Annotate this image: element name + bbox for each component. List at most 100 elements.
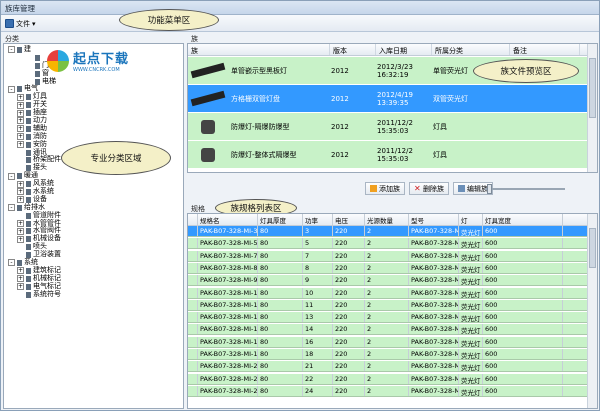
spec-header-cell[interactable]: 光源数量 — [365, 214, 409, 225]
spec-cell: 2 — [365, 385, 409, 396]
spec-cell: 荧光灯 — [459, 336, 483, 347]
spec-cell: 600 — [483, 226, 563, 237]
expander-icon[interactable]: + — [17, 133, 24, 141]
family-row[interactable]: 防爆灯-整体式隔爆型 2012 2011/12/2 15:35:03 灯具 — [188, 141, 588, 168]
expander-icon[interactable]: + — [17, 267, 24, 275]
family-header-cell[interactable]: 所属分类 — [432, 44, 510, 55]
spec-cell — [188, 312, 198, 323]
spec-cell: 2 — [365, 373, 409, 384]
expander-icon[interactable]: - — [8, 204, 15, 212]
expander-icon[interactable]: + — [17, 180, 24, 188]
callout-menu-area-text: 功能菜单区 — [147, 16, 191, 26]
node-icon — [17, 173, 22, 180]
spec-header-cell[interactable]: 电压 — [333, 214, 365, 225]
spec-row[interactable]: PAK-B07-328-MI-3W 80 3 220 2 PAK-B07-328-MI 荧光… — [188, 226, 588, 238]
expander-icon[interactable]: + — [17, 196, 24, 204]
family-header-cell[interactable]: 族 — [188, 44, 330, 55]
node-icon — [26, 94, 31, 101]
expander-icon[interactable]: - — [8, 46, 15, 54]
spec-cell: 80 — [258, 275, 303, 286]
spec-cell — [188, 238, 198, 249]
spec-row[interactable]: PAK-B07-328-MI-18W80182202PAK-B07-328-MI… — [188, 349, 588, 361]
family-header-cell[interactable]: 备注 — [510, 44, 580, 55]
family-header-cell[interactable]: 版本 — [330, 44, 376, 55]
spec-cell: PAK-B07-328-MI — [411, 336, 459, 347]
spec-cell: PAK-B07-328-MI — [411, 324, 459, 335]
spec-header-cell[interactable]: 规格名 — [198, 214, 258, 225]
expander-icon[interactable]: + — [17, 275, 24, 283]
spec-cell: 600 — [483, 385, 563, 396]
node-icon — [26, 291, 31, 298]
family-scroll-thumb[interactable] — [589, 58, 596, 118]
expander-icon[interactable]: + — [17, 227, 24, 235]
spec-cell: 600 — [483, 336, 563, 347]
family-thumbnail — [188, 145, 228, 165]
spec-header-cell[interactable]: 灯 — [459, 214, 483, 225]
spec-row[interactable]: PAK-B07-328-MI-21W80212202PAK-B07-328-MI… — [188, 361, 588, 373]
spec-row[interactable]: PAK-B07-328-MI-22W80222202PAK-B07-328-MI… — [188, 373, 588, 385]
spec-header-cell[interactable]: 功率 — [303, 214, 333, 225]
spec-row[interactable]: PAK-B07-328-MI-16W80162202PAK-B07-328-MI… — [188, 336, 588, 348]
spec-row[interactable]: PAK-B07-328-MI-5W 80 5 220 2 PAK-B07-328-MI 荧光… — [188, 238, 588, 250]
expander-icon[interactable]: + — [17, 109, 24, 117]
tree-item-label: 电梯 — [42, 76, 56, 85]
spec-cell: 600 — [483, 250, 563, 261]
spec-header-cell[interactable]: 灯具厚度 — [258, 214, 303, 225]
family-scrollbar[interactable] — [587, 44, 597, 172]
add-family-button[interactable]: 添加族 — [365, 182, 405, 195]
family-header-cell[interactable]: 入库日期 — [376, 44, 432, 55]
spec-row[interactable]: PAK-B07-328-MI-7W 80 7 220 2 PAK-B07-328-MI 荧光… — [188, 250, 588, 262]
expander-icon[interactable]: - — [8, 259, 15, 267]
expander-icon[interactable]: + — [17, 188, 24, 196]
spec-cell: 5 — [303, 238, 333, 249]
node-icon — [26, 125, 31, 132]
tree-item[interactable]: 系统符号 — [8, 290, 61, 299]
expander-icon[interactable]: + — [17, 101, 24, 109]
expander-icon[interactable]: + — [17, 141, 24, 149]
expander-icon[interactable]: + — [17, 220, 24, 228]
spec-row[interactable]: PAK-B07-328-MI-8W 80 8 220 2 PAK-B07-328-MI 荧光… — [188, 262, 588, 274]
spec-row[interactable]: PAK-B07-328-MI-13W80132202PAK-B07-328-MI… — [188, 312, 588, 324]
spec-cell: 80 — [258, 336, 303, 347]
spec-cell: 7 — [303, 250, 333, 261]
spec-row[interactable]: PAK-B07-328-MI-10W80102202PAK-B07-328-MI… — [188, 287, 588, 299]
spec-cell: 600 — [483, 262, 563, 273]
spec-header-cell[interactable] — [188, 214, 198, 225]
spec-cell: 荧光灯 — [459, 250, 483, 261]
node-icon — [26, 220, 31, 227]
family-row[interactable]: 防爆灯-隔爆防爆型 2012 2011/12/2 15:35:03 灯具 — [188, 113, 588, 140]
spec-row[interactable]: PAK-B07-328-MI-24W80242202PAK-B07-328-MI… — [188, 385, 588, 397]
spec-header-cell[interactable]: 灯具宽度 — [483, 214, 563, 225]
expander-icon[interactable]: - — [8, 85, 15, 93]
node-icon — [26, 102, 31, 109]
spec-row[interactable]: PAK-B07-328-MI-14W80142202PAK-B07-328-MI… — [188, 324, 588, 336]
delete-family-label: 删除族 — [423, 184, 444, 193]
category-panel: - 建门窗电梯 - 电气 + 灯具 + 开关 + 插座 + 动力 + 辅助 + 消防 + 安防 通讯 桥架配件 接头 - 暖… — [3, 43, 184, 409]
spec-cell: 16 — [303, 336, 333, 347]
expander-icon[interactable]: + — [17, 235, 24, 243]
family-cell-date: 2011/12/2 15:35:03 — [377, 118, 413, 135]
spec-row[interactable]: PAK-B07-328-MI-9W 80 9 220 2 PAK-B07-328-MI 荧光… — [188, 275, 588, 287]
spec-scrollbar[interactable] — [587, 214, 597, 408]
spec-row[interactable]: PAK-B07-328-MI-11W80112202PAK-B07-328-MI… — [188, 299, 588, 311]
family-row[interactable]: 方格栅双管灯盘 2012 2012/4/19 13:39:35 双管荧光灯 — [188, 85, 588, 112]
expander-icon[interactable]: + — [17, 283, 24, 291]
spec-cell — [188, 275, 198, 286]
slider-knob[interactable] — [487, 184, 492, 194]
expander-icon[interactable]: + — [17, 93, 24, 101]
expander-icon[interactable]: + — [17, 125, 24, 133]
expander-icon[interactable]: - — [8, 172, 15, 180]
file-menu[interactable]: 文件 ▾ — [5, 18, 36, 29]
node-icon — [35, 54, 40, 61]
preview-size-slider[interactable] — [485, 184, 565, 194]
spec-cell: 80 — [258, 299, 303, 310]
delete-family-button[interactable]: ✕ 删除族 — [409, 182, 449, 195]
spec-cell: PAK-B07-328-MI — [411, 312, 459, 323]
spec-cell — [188, 349, 198, 360]
expander-icon[interactable]: + — [17, 117, 24, 125]
spec-cell: 3 — [303, 226, 333, 237]
spec-header-cell[interactable]: 型号 — [409, 214, 459, 225]
spec-cell: 220 — [333, 250, 365, 261]
spec-scroll-thumb[interactable] — [589, 228, 596, 268]
lamp-icon — [201, 147, 215, 162]
